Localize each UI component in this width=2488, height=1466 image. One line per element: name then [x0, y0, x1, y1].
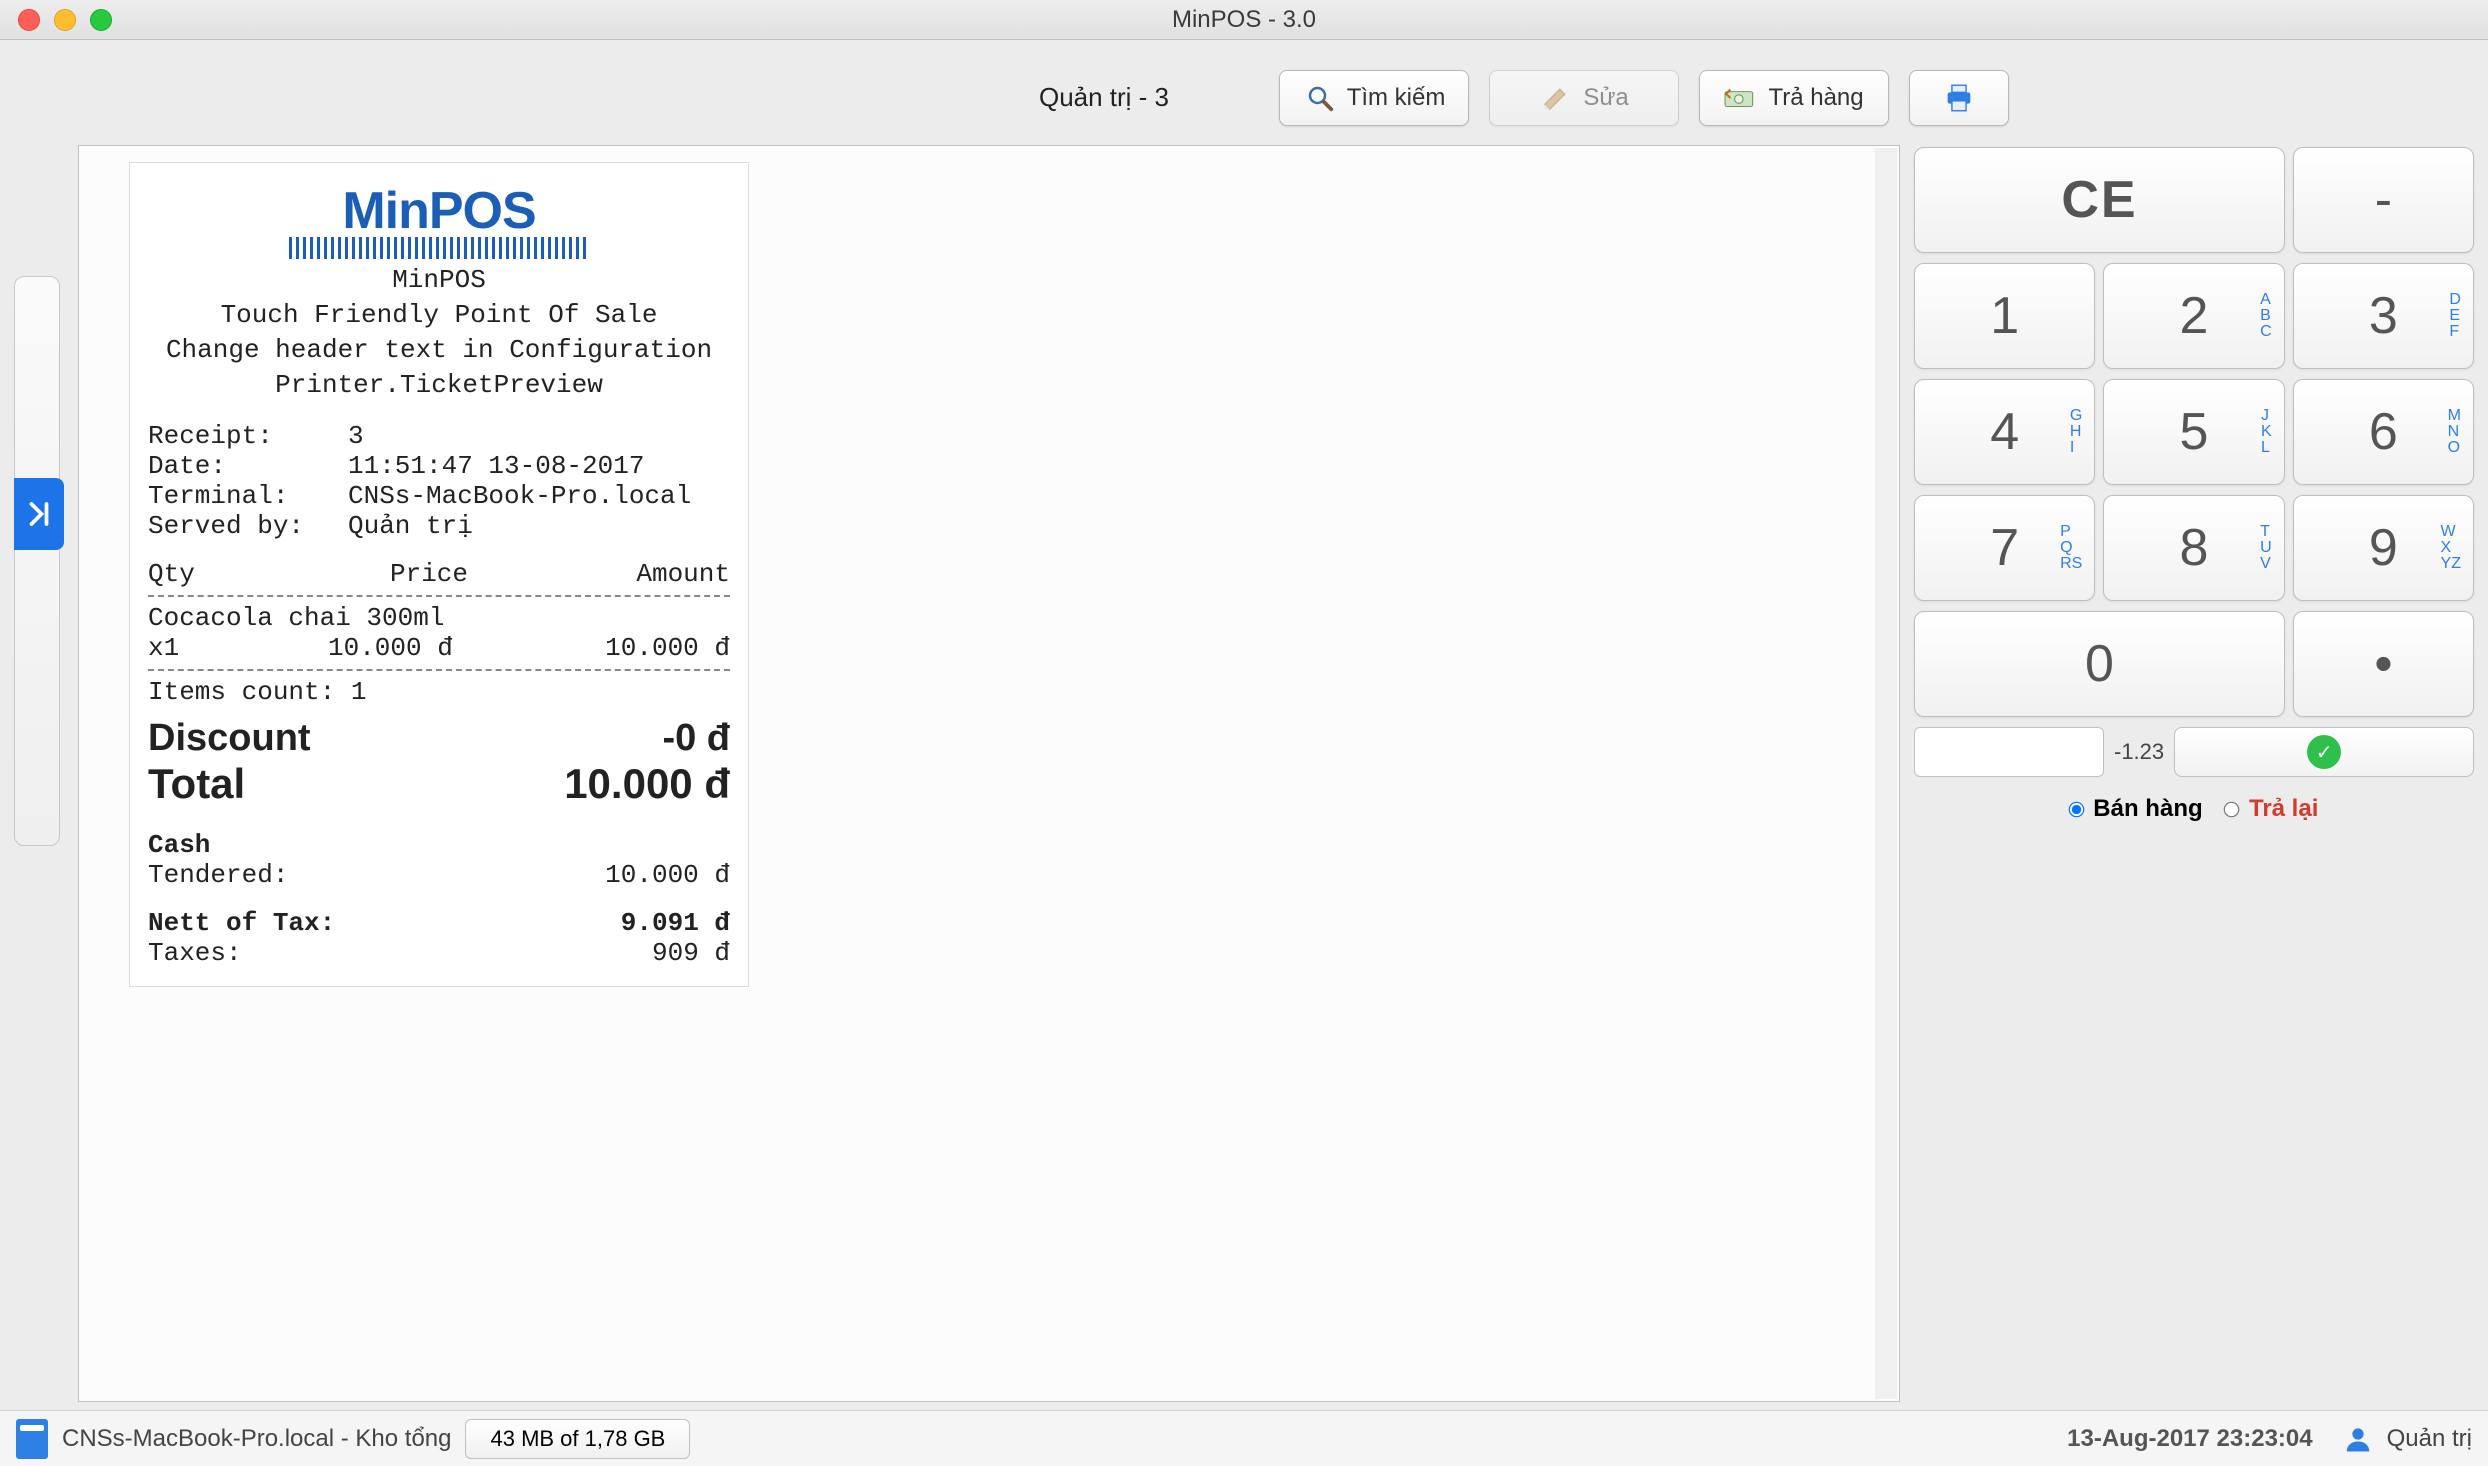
receipt-item-line: x1 10.000 đ 10.000 đ [148, 633, 730, 663]
confirm-button[interactable]: ✓ [2174, 727, 2474, 777]
receipt-nett-row: Nett of Tax: 9.091 đ [148, 908, 730, 938]
search-icon [1303, 81, 1337, 115]
status-user: Quản trị [2387, 1425, 2472, 1453]
memory-usage-button[interactable]: 43 MB of 1,78 GB [465, 1419, 690, 1459]
receipt-columns-header: Qty Price Amount [148, 559, 730, 589]
keypad-4-button[interactable]: 4G H I [1914, 379, 2095, 485]
keypad-5-button[interactable]: 5J K L [2103, 379, 2284, 485]
admin-context-label: Quản trị - 3 [1039, 82, 1169, 113]
expand-drawer-button[interactable] [14, 478, 64, 550]
statusbar: CNSs-MacBook-Pro.local - Kho tổng 43 MB … [0, 1410, 2488, 1466]
search-button-label: Tìm kiếm [1347, 84, 1446, 112]
search-button[interactable]: Tìm kiếm [1279, 70, 1469, 126]
receipt-document: MinPOS MinPOS Touch Friendly Point Of Sa… [129, 162, 749, 987]
refund-button[interactable]: Trả hàng [1699, 70, 1889, 126]
receipt-discount-row: Discount -0 đ [148, 717, 730, 760]
left-tab-track [14, 276, 60, 846]
user-icon [2343, 1424, 2373, 1454]
receipt-cash-label: Cash [148, 830, 730, 860]
keypad-7-button[interactable]: 7P Q RS [1914, 495, 2095, 601]
radio-sell[interactable]: Bán hàng [2070, 795, 2203, 822]
minimize-window-button[interactable] [54, 9, 76, 31]
keypad-1-button[interactable]: 1 [1914, 263, 2095, 369]
amount-caption: -1.23 [2114, 739, 2164, 765]
receipt-field-receipt: Receipt:3 [148, 421, 730, 451]
window-title: MinPOS - 3.0 [1172, 6, 1316, 34]
receipt-scrollbar[interactable] [1875, 148, 1897, 1399]
receipt-header-line: Touch Friendly Point Of Sale [148, 298, 730, 333]
mode-radio-group: Bán hàng Trả lại [1914, 795, 2474, 823]
keypad-3-button[interactable]: 3D E F [2293, 263, 2474, 369]
radio-refund[interactable]: Trả lại [2225, 795, 2318, 822]
terminal-icon [16, 1419, 48, 1459]
keypad-2-button[interactable]: 2A B C [2103, 263, 2284, 369]
receipt-header-line: Printer.TicketPreview [148, 368, 730, 403]
pencil-icon [1539, 81, 1573, 115]
keypad: CE - 1 2A B C 3D E F 4G H I 5J K L 6M N … [1914, 145, 2474, 1402]
receipt-items-count: Items count: 1 [148, 677, 730, 707]
check-icon: ✓ [2307, 735, 2341, 769]
receipt-header-line: Change header text in Configuration [148, 333, 730, 368]
receipt-tendered-row: Tendered: 10.000 đ [148, 860, 730, 890]
edit-button-label: Sửa [1583, 84, 1628, 112]
cash-refund-icon [1724, 81, 1758, 115]
receipt-field-date: Date:11:51:47 13-08-2017 [148, 451, 730, 481]
receipt-separator [148, 595, 730, 597]
edit-button: Sửa [1489, 70, 1679, 126]
receipt-item-name: Cocacola chai 300ml [148, 603, 730, 633]
main-area: MinPOS MinPOS Touch Friendly Point Of Sa… [0, 145, 2488, 1410]
receipt-separator [148, 669, 730, 671]
keypad-9-button[interactable]: 9W X YZ [2293, 495, 2474, 601]
receipt-logo: MinPOS [148, 181, 730, 259]
keypad-8-button[interactable]: 8T U V [2103, 495, 2284, 601]
receipt-field-terminal: Terminal:CNSs-MacBook-Pro.local [148, 481, 730, 511]
refund-button-label: Trả hàng [1768, 84, 1863, 112]
receipt-taxes-row: Taxes: 909 đ [148, 938, 730, 968]
receipt-header-line: MinPOS [148, 263, 730, 298]
close-window-button[interactable] [18, 9, 40, 31]
printer-icon [1942, 81, 1976, 115]
keypad-input-row: -1.23 ✓ [1914, 727, 2474, 777]
keypad-dot-button[interactable]: • [2293, 611, 2474, 717]
keypad-ce-button[interactable]: CE [1914, 147, 2285, 253]
receipt-preview-panel: MinPOS MinPOS Touch Friendly Point Of Sa… [78, 145, 1900, 1402]
receipt-field-servedby: Served by:Quản trị [148, 511, 730, 541]
window-controls [18, 9, 112, 31]
keypad-0-button[interactable]: 0 [1914, 611, 2285, 717]
status-host: CNSs-MacBook-Pro.local - Kho tổng [62, 1425, 451, 1453]
titlebar: MinPOS - 3.0 [0, 0, 2488, 40]
print-button[interactable] [1909, 70, 2009, 126]
amount-input[interactable] [1914, 727, 2104, 777]
receipt-logo-text: MinPOS [148, 181, 730, 241]
zoom-window-button[interactable] [90, 9, 112, 31]
toolbar: Quản trị - 3 Tìm kiếm Sửa Trả hàng [0, 40, 2488, 145]
keypad-6-button[interactable]: 6M N O [2293, 379, 2474, 485]
receipt-total-row: Total 10.000 đ [148, 760, 730, 808]
keypad-minus-button[interactable]: - [2293, 147, 2474, 253]
receipt-header: MinPOS Touch Friendly Point Of Sale Chan… [148, 263, 730, 403]
status-datetime: 13-Aug-2017 23:23:04 [2067, 1425, 2312, 1453]
